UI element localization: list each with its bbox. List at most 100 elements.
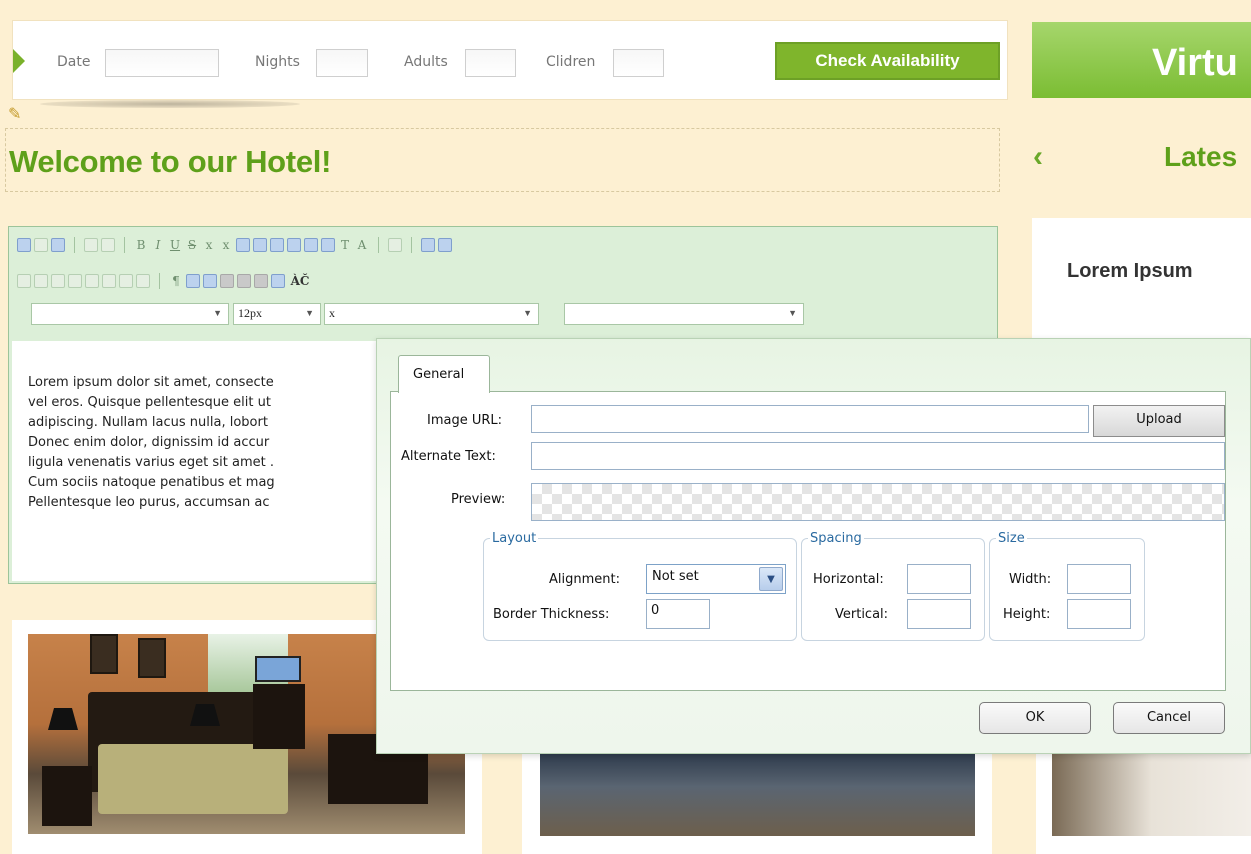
alignment-select[interactable]: Not set ▼ bbox=[646, 564, 786, 594]
nights-input[interactable] bbox=[316, 49, 368, 77]
anchor-icon[interactable] bbox=[254, 274, 268, 288]
tab-general[interactable]: General bbox=[398, 355, 490, 393]
numbered-list-icon[interactable] bbox=[438, 238, 452, 252]
image-url-input[interactable] bbox=[531, 405, 1089, 433]
format-painter-icon[interactable] bbox=[388, 238, 402, 252]
table-cell-icon[interactable] bbox=[119, 274, 133, 288]
toolbar-separator bbox=[74, 237, 75, 253]
virtual-tour-banner[interactable]: Virtu bbox=[1032, 22, 1251, 98]
remove-link-icon[interactable] bbox=[237, 274, 251, 288]
check-availability-button[interactable]: Check Availability bbox=[775, 42, 1000, 80]
preview-label: Preview: bbox=[451, 492, 506, 507]
font-size-select[interactable]: 12px ▼ bbox=[233, 303, 321, 325]
nightstand-detail bbox=[42, 766, 92, 826]
underline-icon[interactable]: U bbox=[168, 238, 182, 252]
bold-icon[interactable]: B bbox=[134, 238, 148, 252]
width-input[interactable] bbox=[1067, 564, 1131, 594]
layout-legend: Layout bbox=[492, 531, 537, 546]
horizontal-label: Horizontal: bbox=[813, 572, 884, 587]
upload-button[interactable]: Upload bbox=[1093, 405, 1225, 437]
latest-news-title: Lates bbox=[1164, 141, 1238, 172]
lamp-detail bbox=[48, 708, 78, 730]
chevron-down-icon: ▼ bbox=[788, 308, 797, 318]
redo-icon[interactable] bbox=[101, 238, 115, 252]
table-properties-icon[interactable] bbox=[136, 274, 150, 288]
size-legend: Size bbox=[998, 531, 1025, 546]
children-input[interactable] bbox=[613, 49, 664, 77]
news-heading: Lorem Ipsum bbox=[1067, 260, 1193, 282]
format-select[interactable]: x ▼ bbox=[324, 303, 539, 325]
adults-input[interactable] bbox=[465, 49, 516, 77]
bed-cover-detail bbox=[98, 744, 288, 814]
format-value: x bbox=[329, 306, 335, 320]
strikethrough-icon[interactable]: S bbox=[185, 238, 199, 252]
wall-frame-detail bbox=[90, 634, 118, 674]
height-input[interactable] bbox=[1067, 599, 1131, 629]
lobby-photo bbox=[540, 754, 975, 836]
photo-tv-detail bbox=[255, 656, 301, 682]
align-right-icon[interactable] bbox=[270, 238, 284, 252]
pencil-edit-icon[interactable]: ✎ bbox=[8, 104, 21, 123]
insert-table-icon[interactable] bbox=[203, 274, 217, 288]
save-icon[interactable] bbox=[51, 238, 65, 252]
toolbar-separator bbox=[159, 273, 160, 289]
insert-link-icon[interactable] bbox=[220, 274, 234, 288]
booking-bar-shadow bbox=[40, 100, 300, 108]
chevron-down-icon: ▼ bbox=[213, 308, 222, 318]
chevron-down-icon: ▼ bbox=[305, 308, 314, 318]
italic-icon[interactable]: I bbox=[151, 238, 165, 252]
width-label: Width: bbox=[1009, 572, 1052, 587]
horizontal-spacing-input[interactable] bbox=[907, 564, 971, 594]
border-thickness-input[interactable]: 0 bbox=[646, 599, 710, 629]
table-insert-column-icon[interactable] bbox=[51, 274, 65, 288]
fullscreen-icon[interactable] bbox=[34, 238, 48, 252]
page-title: Welcome to our Hotel! bbox=[9, 144, 332, 179]
special-characters-icon[interactable]: ÀČ bbox=[288, 274, 312, 288]
vertical-spacing-input[interactable] bbox=[907, 599, 971, 629]
indent-icon[interactable] bbox=[304, 238, 318, 252]
insert-image-icon[interactable] bbox=[271, 274, 285, 288]
height-label: Height: bbox=[1003, 607, 1051, 622]
border-thickness-label: Border Thickness: bbox=[493, 607, 610, 622]
arrow-marker-icon bbox=[13, 49, 25, 73]
undo-icon[interactable] bbox=[84, 238, 98, 252]
paragraph-icon[interactable]: ¶ bbox=[169, 274, 183, 288]
table-split-icon[interactable] bbox=[102, 274, 116, 288]
outdent-icon[interactable] bbox=[321, 238, 335, 252]
wall-frame-detail bbox=[138, 638, 166, 678]
nights-label: Nights bbox=[255, 54, 300, 70]
ok-button[interactable]: OK bbox=[979, 702, 1091, 734]
style-select[interactable]: ▼ bbox=[564, 303, 804, 325]
image-preview bbox=[531, 483, 1225, 521]
font-name-select[interactable]: ▼ bbox=[31, 303, 229, 325]
table-delete-row-icon[interactable] bbox=[34, 274, 48, 288]
subscript-icon[interactable]: x bbox=[202, 238, 216, 252]
highlight-color-icon[interactable]: A bbox=[355, 238, 369, 252]
superscript-icon[interactable]: x bbox=[219, 238, 233, 252]
alignment-value: Not set bbox=[652, 569, 699, 584]
toolbar-separator bbox=[124, 237, 125, 253]
date-input[interactable] bbox=[105, 49, 219, 77]
align-left-icon[interactable] bbox=[236, 238, 250, 252]
table-insert-row-icon[interactable] bbox=[17, 274, 31, 288]
table-merge-icon[interactable] bbox=[85, 274, 99, 288]
image-url-label: Image URL: bbox=[427, 413, 503, 428]
chevron-left-icon[interactable]: ‹ bbox=[1033, 140, 1043, 174]
welcome-editable-region[interactable]: Welcome to our Hotel! bbox=[5, 128, 1000, 192]
justify-icon[interactable] bbox=[287, 238, 301, 252]
bulleted-list-icon[interactable] bbox=[421, 238, 435, 252]
font-size-value: 12px bbox=[238, 306, 262, 320]
html-mode-icon[interactable] bbox=[17, 238, 31, 252]
alignment-label: Alignment: bbox=[549, 572, 620, 587]
news-panel: Lorem Ipsum bbox=[1032, 218, 1251, 358]
toolbar-row-1: B I U S x x T A bbox=[17, 235, 452, 255]
horizontal-rule-icon[interactable] bbox=[186, 274, 200, 288]
text-color-icon[interactable]: T bbox=[338, 238, 352, 252]
toolbar-separator bbox=[411, 237, 412, 253]
cancel-button[interactable]: Cancel bbox=[1113, 702, 1225, 734]
alternate-text-input[interactable] bbox=[531, 442, 1225, 470]
align-center-icon[interactable] bbox=[253, 238, 267, 252]
booking-bar: Date Nights Adults Clidren Check Availab… bbox=[12, 20, 1008, 100]
chevron-down-icon[interactable]: ▼ bbox=[759, 567, 783, 591]
table-delete-column-icon[interactable] bbox=[68, 274, 82, 288]
